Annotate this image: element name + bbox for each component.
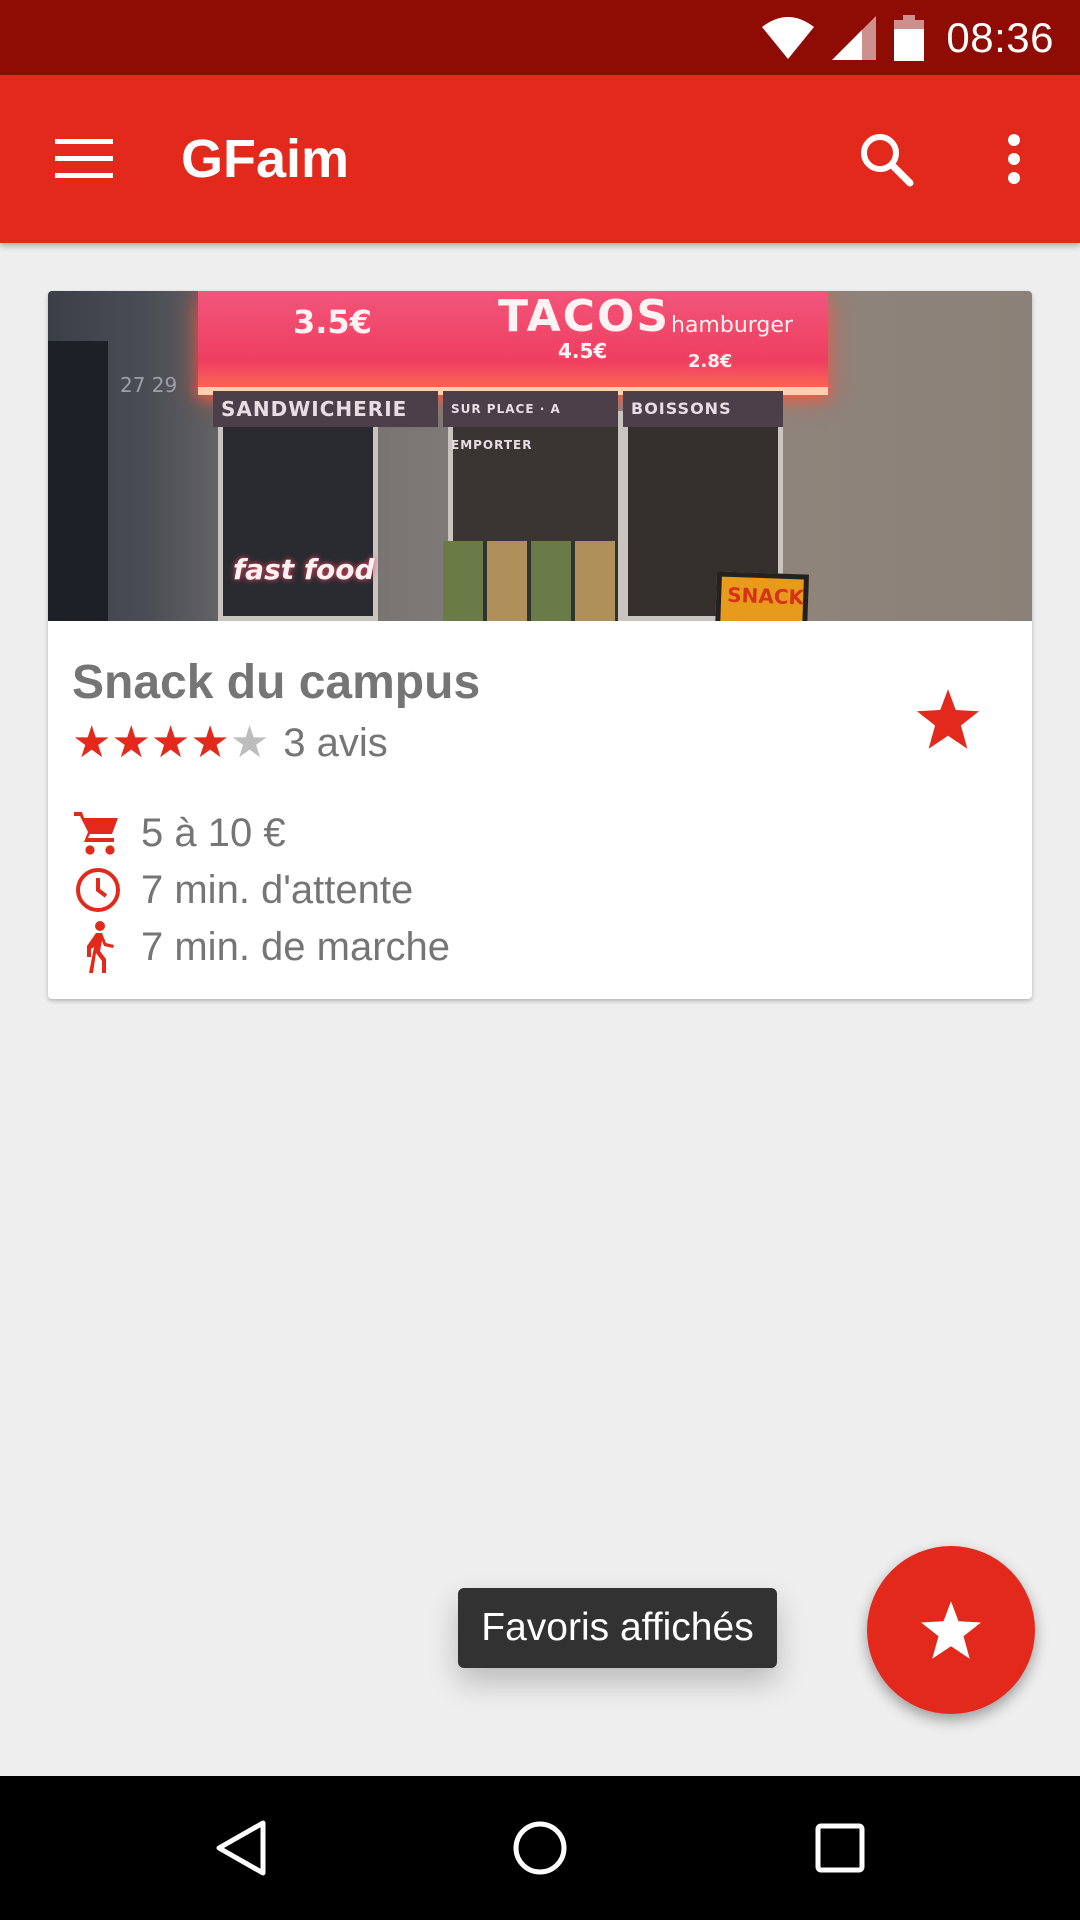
wait-time: 7 min. d'attente	[141, 867, 414, 912]
recents-button[interactable]	[790, 1808, 890, 1888]
photo-fast-food-sign: fast food	[233, 553, 375, 586]
star-icon	[917, 689, 979, 749]
recents-icon	[815, 1823, 865, 1873]
restaurant-photo: 27 29 3.5€ TACOS 4.5€ hamburger 2.8€ SAN…	[48, 291, 1032, 621]
navigation-bar	[0, 1776, 1080, 1920]
restaurant-name: Snack du campus	[72, 656, 481, 709]
more-vert-icon	[1008, 134, 1020, 184]
star-filled-icon: ★	[150, 718, 191, 767]
photo-sur-place-sign: SUR PLACE · A EMPORTER	[443, 391, 618, 452]
photo-tacos-price: 4.5€	[558, 339, 608, 363]
menu-icon	[55, 139, 113, 178]
star-filled-icon: ★	[190, 718, 230, 767]
photo-price-sign: 3.5€	[293, 303, 372, 341]
battery-icon	[894, 14, 925, 61]
favorites-fab[interactable]	[867, 1546, 1035, 1714]
back-button[interactable]	[190, 1808, 290, 1888]
photo-doorway	[48, 341, 108, 621]
wait-row: 7 min. d'attente	[72, 862, 413, 918]
walk-time: 7 min. de marche	[141, 924, 451, 969]
photo-sandwicherie-sign: SANDWICHERIE	[213, 391, 438, 427]
home-icon	[513, 1821, 567, 1875]
search-icon	[861, 134, 914, 187]
price-row: 5 à 10 €	[72, 805, 286, 861]
status-bar: 08:36	[0, 0, 1080, 75]
home-button[interactable]	[490, 1808, 590, 1888]
photo-snack-board: SNACK	[714, 571, 810, 621]
restaurant-card[interactable]: 27 29 3.5€ TACOS 4.5€ hamburger 2.8€ SAN…	[48, 291, 1032, 999]
star-filled-icon: ★	[72, 718, 112, 767]
review-count: 3 avis	[283, 720, 388, 765]
rating-row: ★ ★ ★ ★ ★ 3 avis	[72, 717, 388, 769]
cell-signal-icon	[832, 15, 877, 60]
photo-tacos-sign: TACOS	[498, 291, 671, 342]
photo-menu-board	[443, 541, 618, 621]
walk-row: 7 min. de marche	[72, 919, 450, 975]
photo-street-number: 27 29	[120, 373, 178, 397]
star-icon	[921, 1601, 981, 1659]
price-range: 5 à 10 €	[141, 810, 286, 855]
back-icon	[216, 1820, 266, 1876]
rating-stars: ★ ★ ★ ★ ★	[72, 721, 269, 765]
walk-icon	[72, 921, 124, 973]
app-title: GFaim	[181, 129, 350, 189]
photo-hamburger-sign: hamburger	[671, 313, 793, 338]
photo-boissons-sign: BOISSONS	[623, 391, 783, 427]
more-options-button[interactable]	[974, 119, 1054, 199]
favorite-toggle[interactable]	[906, 677, 990, 761]
star-empty-icon: ★	[229, 718, 270, 767]
menu-button[interactable]	[36, 119, 132, 199]
cart-icon	[72, 807, 124, 859]
toast-message: Favoris affichés	[458, 1588, 777, 1668]
search-button[interactable]	[846, 119, 926, 199]
star-filled-icon: ★	[111, 718, 151, 767]
photo-hamburger-price: 2.8€	[688, 351, 733, 372]
app-bar: GFaim	[0, 75, 1080, 243]
status-time: 08:36	[946, 13, 1054, 61]
clock-icon	[72, 864, 124, 916]
photo-window	[218, 411, 378, 621]
wifi-icon	[762, 16, 815, 59]
